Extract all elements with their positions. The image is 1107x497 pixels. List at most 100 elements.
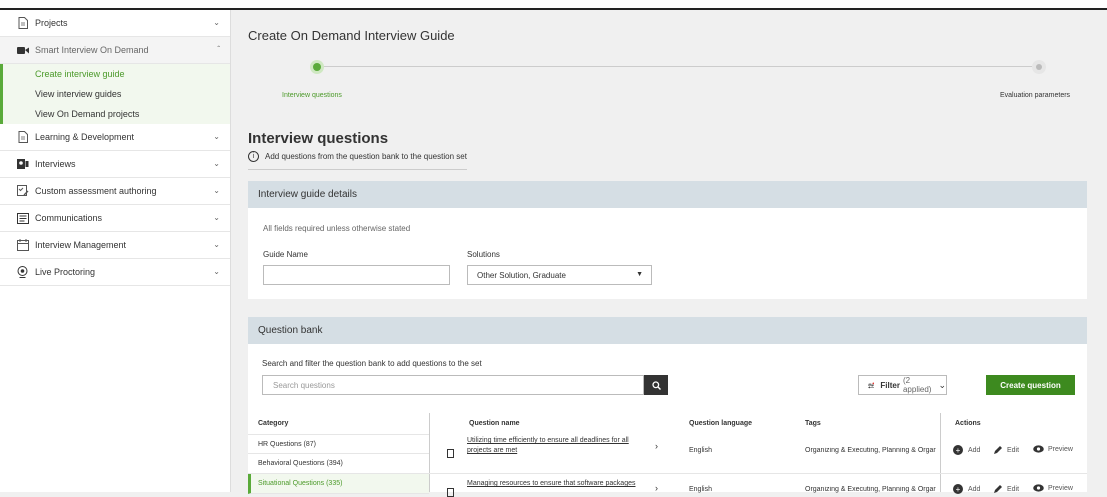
step-indicator-active[interactable] — [310, 60, 324, 74]
column-header-category: Category — [258, 420, 289, 427]
eye-icon — [1033, 484, 1044, 492]
add-label: Add — [968, 485, 981, 493]
question-name-link[interactable]: Managing resources to ensure that softwa… — [467, 479, 657, 489]
chevron-down-icon: ⌄ — [213, 240, 220, 249]
sidebar-item-label: Learning & Development — [35, 132, 135, 142]
info-message: i Add questions from the question bank t… — [248, 151, 467, 170]
sidebar-item-label: Communications — [35, 213, 103, 223]
add-action[interactable]: + Add — [953, 484, 980, 494]
video-camera-icon — [16, 44, 29, 57]
chevron-down-icon: ⌄ — [213, 159, 220, 168]
section-title: Interview questions — [248, 130, 389, 147]
info-icon: i — [248, 151, 259, 162]
sidebar-subitem-view-projects[interactable]: View On Demand projects — [3, 104, 230, 124]
filter-sliders-icon — [868, 382, 875, 388]
sidebar-item-custom-assessment[interactable]: Custom assessment authoring ⌄ — [0, 178, 230, 205]
main-content: Create On Demand Interview Guide Intervi… — [231, 10, 1107, 497]
sidebar-item-interview-management[interactable]: Interview Management ⌄ — [0, 232, 230, 259]
column-divider — [940, 413, 941, 492]
edit-label: Edit — [1007, 485, 1020, 493]
column-divider — [429, 413, 430, 492]
caret-down-icon: ▼ — [636, 271, 643, 278]
sidebar-item-projects[interactable]: Projects ⌄ — [0, 10, 230, 37]
category-item-situational[interactable]: Situational Questions (335) — [248, 474, 429, 494]
pencil-icon — [994, 485, 1002, 493]
question-name-link[interactable]: Utilizing time efficiently to ensure all… — [467, 436, 657, 456]
document-icon — [16, 17, 29, 30]
sidebar-item-label: Custom assessment authoring — [35, 186, 157, 196]
preview-action[interactable]: Preview — [1033, 484, 1073, 492]
guide-name-label: Guide Name — [263, 250, 308, 259]
fields-note: All fields required unless otherwise sta… — [263, 224, 411, 233]
add-label: Add — [968, 446, 981, 454]
question-name-line: Utilizing time efficiently to ensure all… — [467, 437, 629, 444]
add-icon: + — [953, 484, 963, 494]
sidebar-item-label: Live Proctoring — [35, 267, 96, 277]
category-item-behavioral[interactable]: Behavioral Questions (394) — [248, 454, 429, 474]
preview-action[interactable]: Preview — [1033, 445, 1073, 453]
filter-count: (2 applied) — [902, 376, 932, 394]
search-button[interactable] — [644, 375, 668, 395]
chevron-down-icon: ⌄ — [213, 132, 220, 141]
edit-checklist-icon — [16, 185, 29, 198]
top-bar — [0, 0, 1107, 10]
question-bank-panel: Question bank Search and filter the ques… — [248, 317, 1087, 497]
sidebar-item-interviews[interactable]: Interviews ⌄ — [0, 151, 230, 178]
bookmark-icon[interactable] — [447, 488, 454, 497]
chevron-down-icon: ⌄ — [213, 186, 220, 195]
create-question-button[interactable]: Create question — [986, 375, 1075, 395]
sidebar-subitem-create-guide[interactable]: Create interview guide — [3, 64, 230, 84]
sidebar-item-label: Smart Interview On Demand — [35, 45, 149, 55]
column-header-tags: Tags — [805, 420, 821, 427]
chevron-down-icon: ⌄ — [213, 18, 220, 27]
document-icon — [16, 131, 29, 144]
calendar-icon — [16, 239, 29, 252]
chevron-down-icon: ⌄ — [213, 213, 220, 222]
category-item-hr[interactable]: HR Questions (87) — [248, 434, 429, 454]
sidebar-subitem-view-guides[interactable]: View interview guides — [3, 84, 230, 104]
chevron-right-icon[interactable]: › — [655, 441, 658, 451]
column-header-question-name: Question name — [469, 420, 520, 427]
question-name-line: Managing resources to ensure that softwa… — [467, 480, 636, 487]
filter-label: Filter — [880, 380, 900, 390]
preview-label: Preview — [1048, 484, 1073, 492]
solutions-select[interactable]: Other Solution, Graduate ▼ — [467, 265, 652, 285]
question-language: English — [689, 447, 712, 454]
page-title: Create On Demand Interview Guide — [248, 28, 455, 43]
solutions-label: Solutions — [467, 250, 500, 259]
edit-action[interactable]: Edit — [993, 484, 1019, 494]
column-header-language: Question language — [689, 420, 753, 427]
search-icon — [651, 380, 661, 390]
guide-details-panel: Interview guide details All fields requi… — [248, 181, 1087, 299]
sidebar-item-live-proctoring[interactable]: Live Proctoring ⌄ — [0, 259, 230, 286]
bookmark-icon[interactable] — [447, 449, 454, 458]
sidebar-item-smart-interview[interactable]: Smart Interview On Demand ˆ — [0, 37, 230, 64]
step-indicator-inactive[interactable] — [1032, 60, 1046, 74]
column-header-actions: Actions — [955, 420, 981, 427]
chevron-down-icon: ⌄ — [938, 379, 946, 390]
sidebar-item-label: Interview Management — [35, 240, 127, 250]
step-label-interview-questions: Interview questions — [282, 92, 342, 99]
edit-action[interactable]: Edit — [993, 445, 1019, 455]
sidebar-item-label: Interviews — [35, 159, 76, 169]
stepper-line — [317, 66, 1041, 67]
chevron-up-icon: ˆ — [217, 45, 220, 54]
question-tags: Organizing & Executing, Planning & Orgar — [805, 447, 936, 454]
message-icon — [16, 212, 29, 225]
chevron-down-icon: ⌄ — [213, 267, 220, 276]
preview-label: Preview — [1048, 445, 1073, 453]
question-bank-note: Search and filter the question bank to a… — [262, 359, 482, 368]
sidebar-item-label: Projects — [35, 18, 68, 28]
sidebar-item-learning[interactable]: Learning & Development ⌄ — [0, 124, 230, 151]
panel-header: Question bank — [248, 317, 1087, 344]
guide-name-input[interactable] — [263, 265, 450, 285]
webcam-icon — [16, 266, 29, 279]
info-text: Add questions from the question bank to … — [265, 152, 467, 161]
question-name-line: projects are met — [467, 447, 518, 454]
interview-person-icon — [16, 158, 29, 171]
sidebar-item-communications[interactable]: Communications ⌄ — [0, 205, 230, 232]
add-action[interactable]: + Add — [953, 445, 980, 455]
search-input[interactable]: Search questions — [262, 375, 644, 395]
sidebar: Projects ⌄ Smart Interview On Demand ˆ C… — [0, 10, 231, 492]
filter-button[interactable]: Filter (2 applied) ⌄ — [858, 375, 947, 395]
